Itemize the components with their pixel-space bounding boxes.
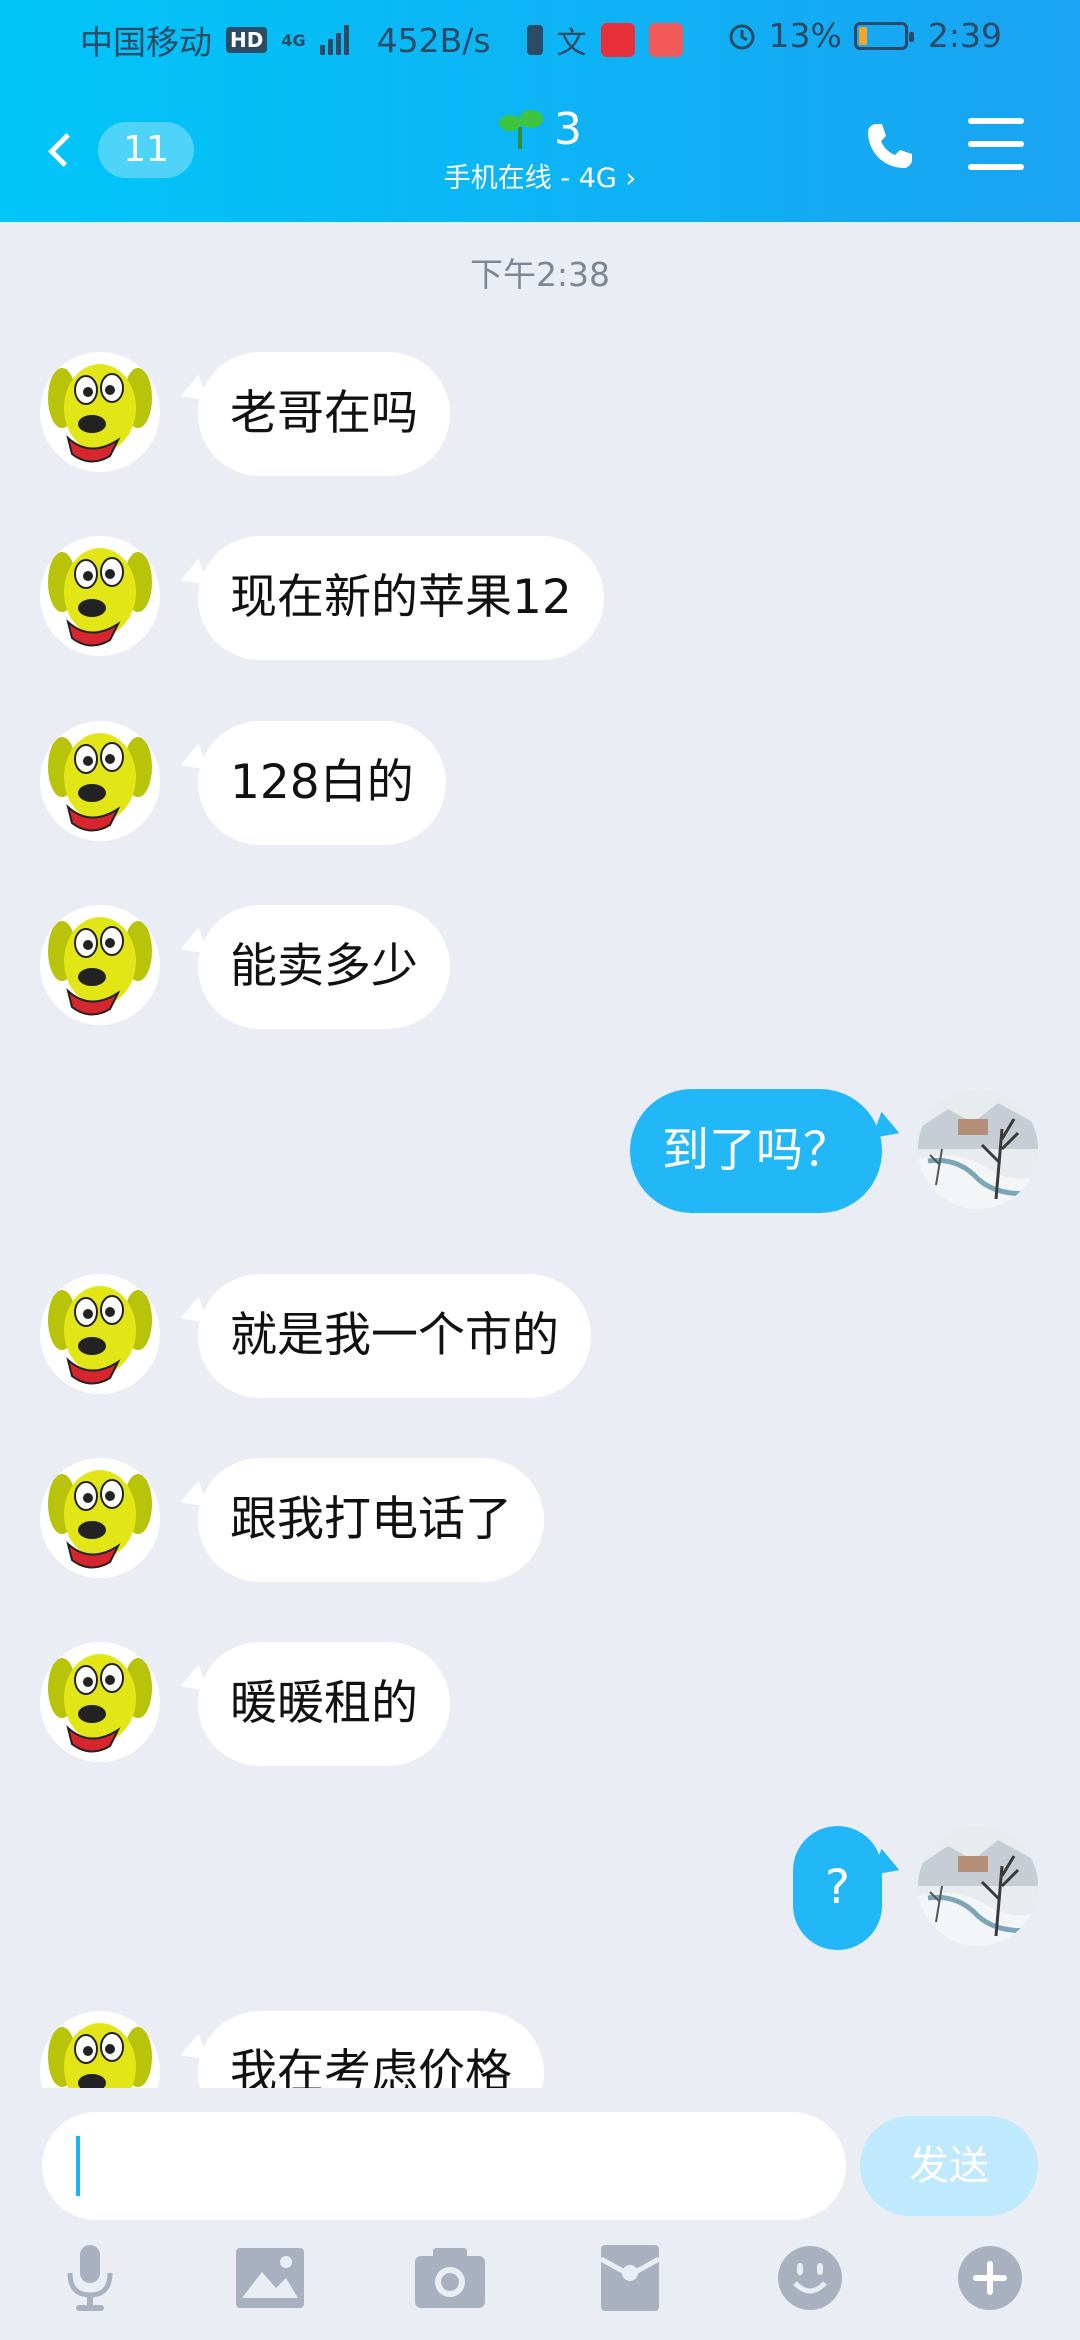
text-caret xyxy=(76,2136,80,2196)
message-bubble[interactable]: 暖暖租的 xyxy=(198,1642,450,1766)
message-list[interactable]: 下午2:38 老哥在吗现在新的苹果12 128白的能卖多少到了吗？ 就是我一个市的跟… xyxy=(0,222,1080,2088)
incoming-message: 暖暖租的 xyxy=(0,1642,1080,1766)
message-bubble[interactable]: 老哥在吗 xyxy=(198,352,450,476)
carrier-name: 中国移动 xyxy=(80,23,212,62)
clock: 2:39 xyxy=(927,16,1002,55)
message-bubble[interactable]: 能卖多少 xyxy=(198,905,450,1029)
message-bubble[interactable]: 跟我打电话了 xyxy=(198,1458,544,1582)
message-bubble[interactable]: 到了吗？ xyxy=(630,1089,882,1213)
plus-icon[interactable] xyxy=(950,2238,1030,2318)
contact-avatar[interactable] xyxy=(40,1642,160,1762)
chevron-right-icon: › xyxy=(625,163,637,194)
chevron-left-icon xyxy=(48,133,82,167)
contact-avatar[interactable] xyxy=(40,2011,160,2088)
outgoing-message: 到了吗？ xyxy=(0,1089,1080,1213)
send-button[interactable]: 发送 xyxy=(860,2116,1038,2216)
incoming-message: 128白的 xyxy=(0,721,1080,845)
my-avatar[interactable] xyxy=(918,1089,1038,1209)
my-avatar[interactable] xyxy=(918,1826,1038,1946)
incoming-message: 跟我打电话了 xyxy=(0,1458,1080,1582)
message-input[interactable] xyxy=(42,2112,846,2220)
unread-count-badge: 11 xyxy=(98,122,194,178)
hd-badge: HD xyxy=(226,27,268,53)
sprout-icon xyxy=(499,110,543,150)
incoming-message: 我在考虑价格 xyxy=(0,2011,1080,2088)
contact-name: 3 xyxy=(554,104,582,155)
message-bubble[interactable]: 就是我一个市的 xyxy=(198,1274,591,1398)
contact-avatar[interactable] xyxy=(40,536,160,656)
contact-avatar[interactable] xyxy=(40,721,160,841)
incoming-message: 现在新的苹果12 xyxy=(0,536,1080,660)
contact-status: 手机在线 - 4G xyxy=(443,163,617,194)
emoji-icon[interactable] xyxy=(770,2238,850,2318)
message-bubble[interactable]: 我在考虑价格 xyxy=(198,2011,544,2088)
camera-icon[interactable] xyxy=(410,2238,490,2318)
status-right: 13% 2:39 xyxy=(727,16,1002,55)
contact-avatar[interactable] xyxy=(40,1458,160,1578)
notification-sim-icon xyxy=(526,25,543,55)
chat-header: 中国移动 HD 4G 452B/s 文 13% 2:39 11 3 手机在线 -… xyxy=(0,0,1080,222)
outgoing-message: ? xyxy=(0,1826,1080,1950)
signal-icon xyxy=(319,25,349,55)
incoming-message: 能卖多少 xyxy=(0,905,1080,1029)
translate-icon: 文 xyxy=(556,26,587,61)
back-button[interactable]: 11 xyxy=(44,118,194,182)
red-packet-icon[interactable] xyxy=(590,2238,670,2318)
mall-notification-icon xyxy=(648,23,683,57)
message-bubble[interactable]: ? xyxy=(793,1826,882,1950)
composer-toolbar xyxy=(0,2238,1080,2338)
image-icon[interactable] xyxy=(230,2238,310,2318)
incoming-message: 就是我一个市的 xyxy=(0,1274,1080,1398)
battery-icon xyxy=(853,21,914,50)
alarm-icon xyxy=(729,24,755,49)
contact-title[interactable]: 3 手机在线 - 4G › xyxy=(340,104,740,200)
message-bubble[interactable]: 128白的 xyxy=(198,721,446,845)
composer: 发送 xyxy=(0,2088,1080,2340)
battery-percent: 13% xyxy=(768,16,842,55)
microphone-icon[interactable] xyxy=(50,2238,130,2318)
status-bar: 中国移动 HD 4G 452B/s 文 13% 2:39 xyxy=(0,0,1080,72)
message-timestamp: 下午2:38 xyxy=(469,255,611,294)
incoming-message: 老哥在吗 xyxy=(0,352,1080,476)
status-left: 中国移动 HD 4G 452B/s 文 xyxy=(80,16,683,64)
message-bubble[interactable]: 现在新的苹果12 xyxy=(198,536,604,660)
phone-icon[interactable] xyxy=(862,118,918,174)
network-label: 4G xyxy=(281,30,306,50)
network-speed: 452B/s xyxy=(376,20,491,60)
contact-avatar[interactable] xyxy=(40,1274,160,1394)
contact-avatar[interactable] xyxy=(40,352,160,472)
app-notification-icon xyxy=(600,23,635,57)
contact-avatar[interactable] xyxy=(40,905,160,1025)
menu-icon[interactable] xyxy=(968,118,1024,170)
